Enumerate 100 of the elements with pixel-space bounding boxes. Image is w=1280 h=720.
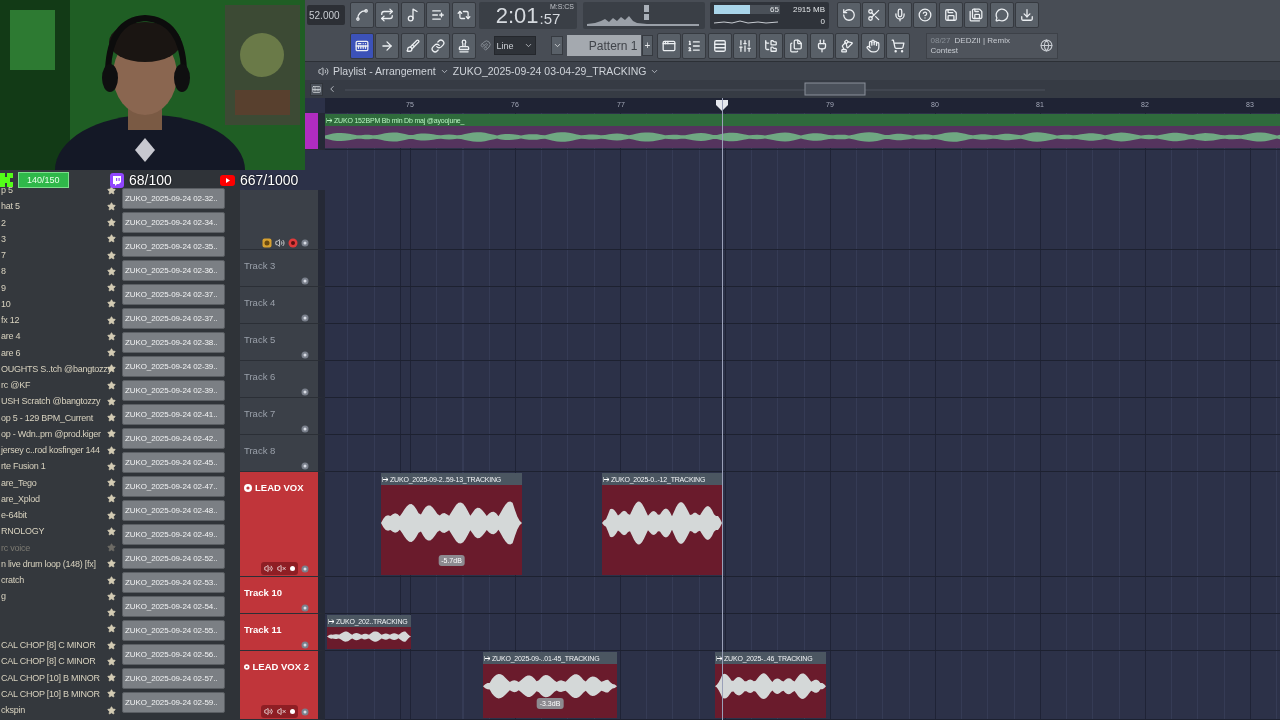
snap-dropdown[interactable]: Line xyxy=(493,36,536,56)
knob-icon[interactable] xyxy=(301,351,309,359)
pattern-menu-button[interactable] xyxy=(551,36,563,56)
browser-item[interactable]: are 6 xyxy=(0,347,107,358)
recording-button[interactable]: ZUKO_2025-09-24 02-55.. xyxy=(122,620,225,641)
recording-button[interactable]: ZUKO_2025-09-24 02-48.. xyxy=(122,500,225,521)
recording-button[interactable]: ZUKO_2025-09-24 02-41.. xyxy=(122,404,225,425)
recording-button[interactable]: ZUKO_2025-09-24 02-47.. xyxy=(122,476,225,497)
track-header[interactable] xyxy=(240,190,325,250)
toolbar-button[interactable] xyxy=(964,2,988,29)
toolbar-button[interactable] xyxy=(682,32,706,59)
browser-item[interactable]: 3 xyxy=(0,233,107,244)
browser-item[interactable]: e-64bit xyxy=(0,510,107,521)
browser-item[interactable]: rte Fusion 1 xyxy=(0,461,107,472)
browser-item[interactable]: g xyxy=(0,591,107,602)
playlist-title[interactable]: Playlist - Arrangement xyxy=(333,65,436,77)
tool-button[interactable] xyxy=(349,32,374,59)
recording-button[interactable]: ZUKO_2025-09-24 02-32.. xyxy=(122,188,225,209)
knob-icon[interactable] xyxy=(301,462,309,470)
toolbar-button[interactable] xyxy=(989,2,1014,29)
recording-button[interactable]: ZUKO_2025-09-24 02-57.. xyxy=(122,668,225,689)
knob-icon[interactable] xyxy=(301,641,309,649)
recording-button[interactable]: ZUKO_2025-09-24 02-49.. xyxy=(122,524,225,545)
toolbar-button[interactable] xyxy=(938,2,963,29)
track-header[interactable]: LEAD VOX 2 xyxy=(240,651,325,720)
dot-icon[interactable] xyxy=(290,709,295,714)
browser-item[interactable]: CAL CHOP [10] B MINOR xyxy=(0,688,107,699)
recording-button[interactable]: ZUKO_2025-09-24 02-37.. xyxy=(122,284,225,305)
speaker-icon[interactable] xyxy=(264,564,273,573)
browser-item[interactable]: are_Tego xyxy=(0,477,107,488)
recording-button[interactable]: ZUKO_2025-09-24 02-38.. xyxy=(122,332,225,353)
browser-item[interactable]: op - Wdn..pm @prod.kiger xyxy=(0,428,107,439)
browser-item[interactable]: 2 xyxy=(0,217,107,228)
browser-item[interactable]: ckspin xyxy=(0,705,107,716)
browser-item[interactable]: USH Scratch @bangtozzy xyxy=(0,396,107,407)
track-header[interactable] xyxy=(305,113,325,150)
track-header[interactable]: LEAD VOX xyxy=(240,472,325,577)
globe-icon[interactable] xyxy=(1039,39,1053,53)
track-header[interactable]: Track 8 xyxy=(240,435,325,472)
knob-icon[interactable] xyxy=(301,707,309,716)
browser-item[interactable]: cratch xyxy=(0,575,107,586)
browser-item[interactable]: n live drum loop (148) [fx] xyxy=(0,558,107,569)
browser-item[interactable]: 8 xyxy=(0,266,107,277)
browser-item[interactable]: p 5 xyxy=(0,185,107,196)
browser-item[interactable]: hat 5 xyxy=(0,201,107,212)
toolbar-button[interactable] xyxy=(375,2,399,29)
browser-item[interactable]: rc @KF xyxy=(0,380,107,391)
toolbar-button[interactable] xyxy=(707,32,732,59)
toolbar-button[interactable] xyxy=(758,32,783,59)
toolbar-button[interactable] xyxy=(809,32,834,59)
browser-item[interactable]: jersey c..rod kosfinger 144 xyxy=(0,445,107,456)
toolbar-button[interactable] xyxy=(913,2,937,29)
pattern-selector[interactable]: Pattern 1 xyxy=(566,35,641,57)
browser-item[interactable]: 10 xyxy=(0,298,107,309)
toolbar-button[interactable] xyxy=(656,32,681,59)
browser-item[interactable]: 7 xyxy=(0,250,107,261)
browser-item[interactable]: RNOLOGY xyxy=(0,526,107,537)
recording-button[interactable]: ZUKO_2025-09-24 02-45.. xyxy=(122,452,225,473)
knob-icon[interactable] xyxy=(301,314,309,322)
toolbar-button[interactable] xyxy=(426,2,450,29)
browser-item[interactable]: CAL CHOP [8] C MINOR xyxy=(0,656,107,667)
browser-item[interactable]: op 5 - 129 BPM_Current xyxy=(0,412,107,423)
knob-icon[interactable] xyxy=(301,564,309,573)
scroll-left-icon[interactable] xyxy=(327,84,337,94)
mute-icon[interactable] xyxy=(277,707,286,716)
piano-toggle-button[interactable] xyxy=(310,82,323,96)
toolbar-button[interactable] xyxy=(860,32,885,59)
browser-item[interactable]: are_Xplod xyxy=(0,493,107,504)
toolbar-button[interactable] xyxy=(886,32,910,59)
knob-icon[interactable] xyxy=(301,425,309,433)
recording-button[interactable]: ZUKO_2025-09-24 02-53.. xyxy=(122,572,225,593)
knob-icon[interactable] xyxy=(301,604,309,612)
toolbar-button[interactable] xyxy=(733,32,757,59)
track-header[interactable]: Track 7 xyxy=(240,398,325,435)
knob-icon[interactable] xyxy=(301,239,309,247)
browser-item[interactable]: fx 12 xyxy=(0,315,107,326)
tool-button[interactable] xyxy=(451,32,476,59)
recording-button[interactable]: ZUKO_2025-09-24 02-39.. xyxy=(122,356,225,377)
toolbar-button[interactable] xyxy=(835,32,859,59)
track-header[interactable]: Track 6 xyxy=(240,361,325,398)
browser-item[interactable]: CAL CHOP [8] C MINOR xyxy=(0,640,107,651)
record-icon[interactable] xyxy=(288,238,298,248)
toolbar-button[interactable] xyxy=(836,2,861,29)
knob-icon[interactable] xyxy=(301,277,309,285)
toolbar-button[interactable] xyxy=(784,32,808,59)
arrangement-name[interactable]: ZUKO_2025-09-24 03-04-29_TRACKING xyxy=(452,65,647,77)
recording-button[interactable]: ZUKO_2025-09-24 02-56.. xyxy=(122,644,225,665)
knob-icon[interactable] xyxy=(301,388,309,396)
speaker-icon[interactable] xyxy=(318,65,329,77)
track-header[interactable]: Track 10 xyxy=(240,577,325,614)
recording-button[interactable]: ZUKO_2025-09-24 02-54.. xyxy=(122,596,225,617)
track-header[interactable]: Track 4 xyxy=(240,287,325,324)
recording-button[interactable]: ZUKO_2025-09-24 02-37.. xyxy=(122,308,225,329)
recording-button[interactable]: ZUKO_2025-09-24 02-34.. xyxy=(122,212,225,233)
add-pattern-button[interactable]: + xyxy=(642,35,653,57)
browser-item[interactable]: 9 xyxy=(0,282,107,293)
toolbar-button[interactable] xyxy=(862,2,886,29)
toolbar-button[interactable] xyxy=(1015,2,1039,29)
recording-button[interactable]: ZUKO_2025-09-24 02-52.. xyxy=(122,548,225,569)
track-header[interactable]: Track 5 xyxy=(240,324,325,361)
